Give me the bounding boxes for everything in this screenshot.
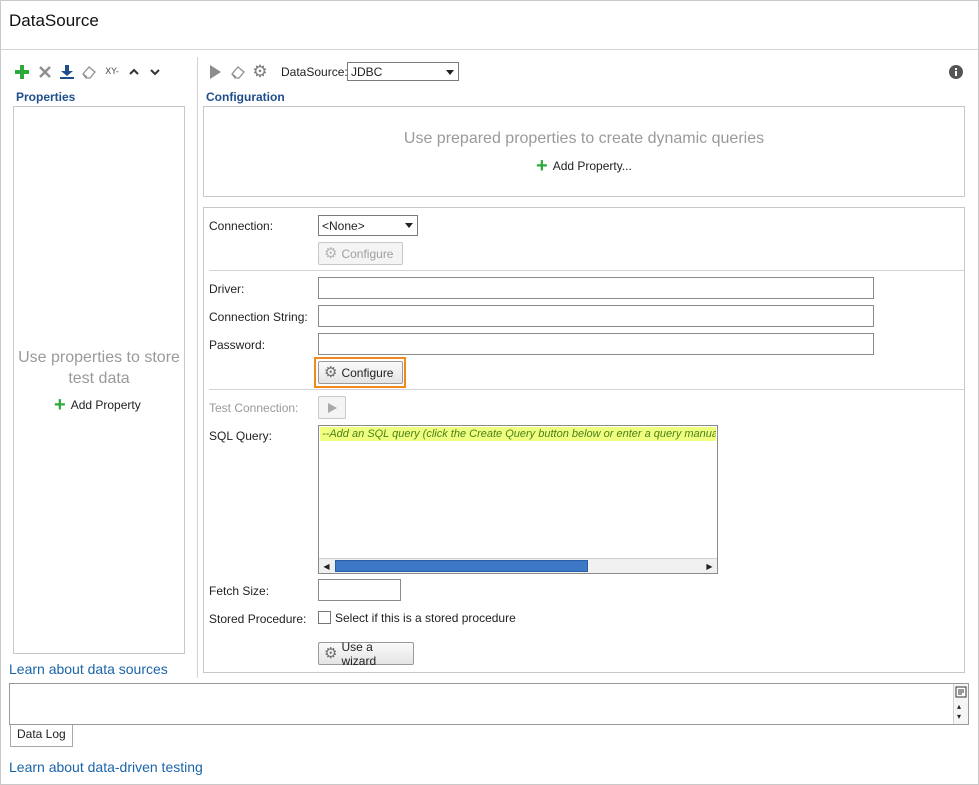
scrollbar-thumb[interactable] (335, 560, 588, 572)
fetch-size-label: Fetch Size: (209, 584, 270, 598)
data-log-area[interactable]: ▴ ▾ (9, 683, 969, 725)
connection-string-label: Connection String: (209, 310, 308, 324)
test-connection-button[interactable] (318, 396, 346, 419)
learn-datasources-link[interactable]: Learn about data sources (9, 661, 168, 677)
datasource-select[interactable]: JDBC (347, 62, 459, 81)
chevron-up-icon[interactable] (126, 64, 142, 80)
plus-icon: + (536, 155, 548, 177)
play-icon[interactable] (207, 64, 223, 80)
configure-driver-label: Configure (341, 365, 394, 380)
connection-select[interactable]: <None> (318, 215, 418, 236)
datasource-label: DataSource: (281, 65, 348, 79)
stored-procedure-checkbox[interactable] (318, 611, 331, 624)
xy-icon[interactable]: XY- (101, 64, 123, 80)
add-configuration-property-link[interactable]: + Add Property... (536, 155, 632, 177)
data-log-scrollbar[interactable]: ▴ ▾ (953, 684, 968, 724)
chevron-down-icon (446, 70, 454, 75)
stored-procedure-checkbox-label[interactable]: Select if this is a stored procedure (335, 611, 516, 625)
gear-icon: ⚙ (324, 245, 338, 262)
stored-procedure-label: Stored Procedure: (209, 612, 307, 626)
connection-label: Connection: (209, 219, 274, 233)
eraser-icon[interactable] (81, 64, 97, 80)
learn-ddt-link[interactable]: Learn about data-driven testing (9, 759, 203, 775)
window-title: DataSource (9, 11, 99, 30)
connection-string-field[interactable] (318, 305, 874, 327)
sql-query-label: SQL Query: (209, 429, 272, 443)
form-divider (209, 389, 964, 390)
properties-empty-hint: Use properties to store test data (18, 349, 180, 387)
download-icon[interactable] (59, 64, 75, 80)
add-property-link[interactable]: + Add Property (54, 394, 141, 416)
gear-icon: ⚙ (324, 364, 338, 381)
add-property-label: Add Property (70, 398, 141, 412)
plus-icon[interactable] (14, 64, 30, 80)
sql-horizontal-scrollbar[interactable]: ◀ ▶ (319, 558, 717, 573)
use-wizard-button[interactable]: ⚙ Use a wizard (318, 639, 414, 668)
test-connection-label: Test Connection: (209, 401, 299, 415)
scroll-left-icon[interactable]: ◀ (319, 559, 334, 573)
add-configuration-property-label: Add Property... (552, 159, 632, 173)
driver-label: Driver: (209, 282, 245, 296)
scroll-up-icon[interactable]: ▴ (957, 702, 961, 711)
configuration-properties-panel: Use prepared properties to create dynami… (203, 106, 965, 197)
password-label: Password: (209, 338, 266, 352)
log-menu-icon[interactable] (954, 685, 968, 699)
gear-icon[interactable]: ⚙ (252, 62, 268, 82)
title-divider (1, 49, 978, 50)
scroll-right-icon[interactable]: ▶ (702, 559, 717, 573)
gear-icon: ⚙ (324, 645, 338, 662)
plus-icon: + (54, 394, 66, 416)
info-icon[interactable] (948, 64, 964, 80)
tab-data-log[interactable]: Data Log (10, 725, 73, 747)
use-wizard-label: Use a wizard (341, 639, 377, 668)
scroll-down-icon[interactable]: ▾ (957, 712, 961, 721)
driver-field[interactable] (318, 277, 874, 299)
play-icon (328, 402, 337, 413)
datasource-select-value: JDBC (351, 64, 383, 79)
sql-query-text: --Add an SQL query (click the Create Que… (320, 427, 716, 441)
sql-query-editor[interactable]: --Add an SQL query (click the Create Que… (318, 425, 718, 574)
eraser-icon[interactable] (230, 64, 246, 80)
chevron-down-icon (405, 223, 413, 228)
configure-driver-button[interactable]: ⚙ Configure (318, 361, 403, 384)
pane-divider[interactable] (197, 57, 198, 678)
password-field[interactable] (318, 333, 874, 355)
configuration-heading: Configuration (206, 90, 285, 104)
properties-heading: Properties (16, 90, 76, 104)
configuration-hint: Use prepared properties to create dynami… (403, 130, 765, 147)
form-divider (209, 270, 964, 271)
configure-connection-button[interactable]: ⚙ Configure (318, 242, 403, 265)
connection-select-value: <None> (322, 218, 365, 233)
properties-panel: Use properties to store test data + Add … (13, 106, 185, 654)
delete-icon[interactable] (37, 64, 53, 80)
fetch-size-field[interactable] (318, 579, 401, 601)
configure-connection-label: Configure (341, 246, 394, 261)
chevron-down-icon[interactable] (147, 64, 163, 80)
